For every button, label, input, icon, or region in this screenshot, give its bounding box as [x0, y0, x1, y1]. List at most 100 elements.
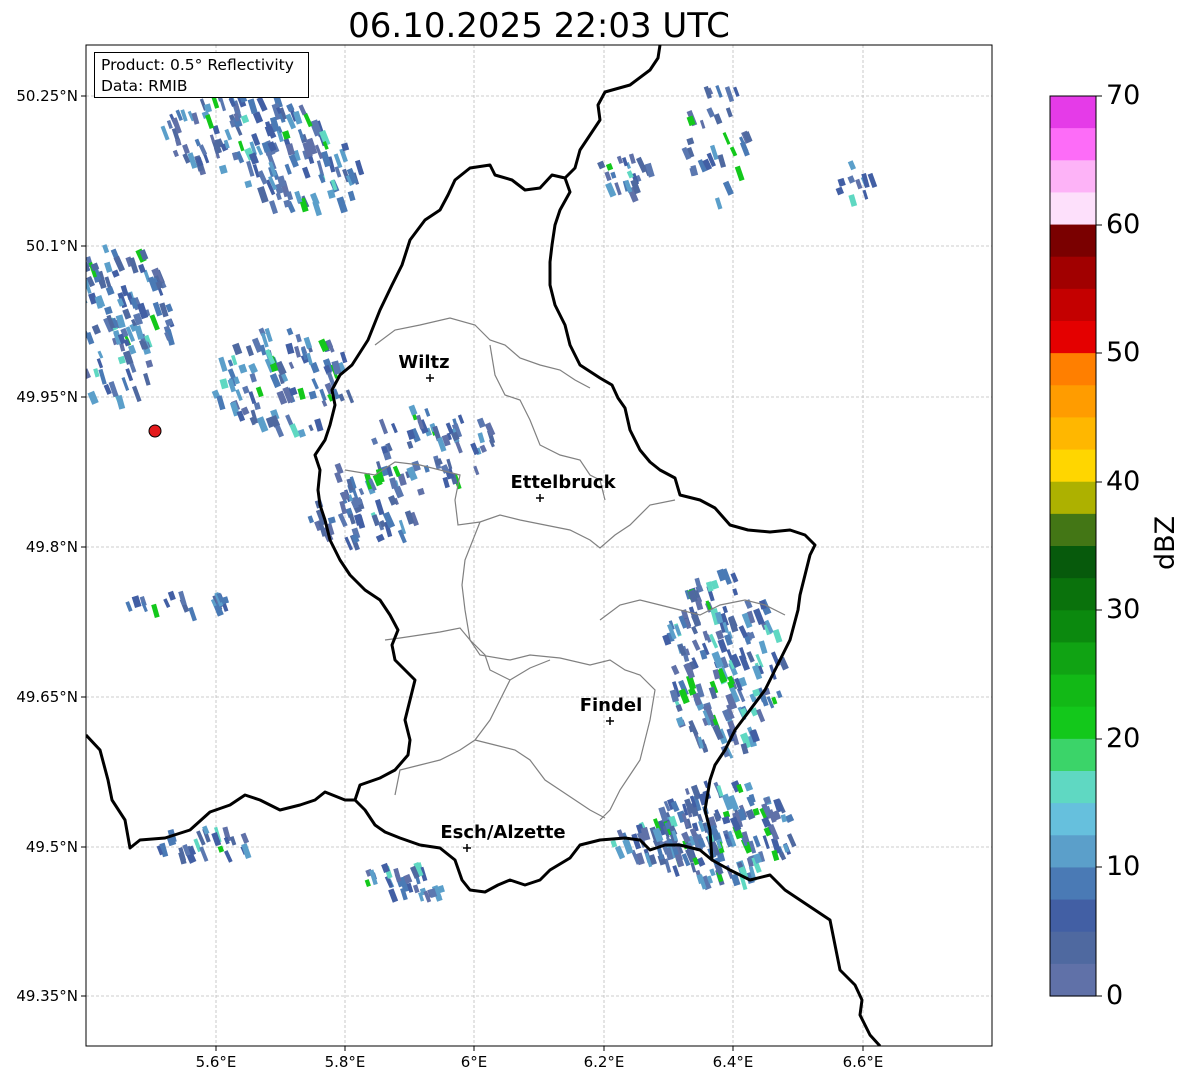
- echo-cell: [97, 350, 104, 359]
- echo-cell: [131, 595, 142, 608]
- echo-cell: [621, 157, 629, 167]
- echo-cell: [308, 390, 318, 400]
- echo-cell: [245, 344, 254, 357]
- echo-cell: [294, 190, 303, 204]
- echo-cell: [686, 137, 695, 146]
- echo-cell: [63, 313, 70, 329]
- colorbar-segment: [1050, 224, 1096, 258]
- colorbar-tick-label: 50: [1106, 337, 1141, 368]
- echo-cell: [244, 180, 253, 189]
- echo-cell: [855, 178, 863, 190]
- city-label-findel: Findel: [580, 695, 643, 716]
- echo-cell: [284, 163, 292, 175]
- echo-cell: [604, 171, 612, 182]
- colorbar-tick-label: 60: [1106, 209, 1141, 240]
- echo-cell: [178, 590, 187, 606]
- echo-cell: [709, 868, 716, 877]
- echo-cell: [393, 867, 402, 883]
- echo-cell: [289, 423, 300, 438]
- radar-echoes: [63, 84, 878, 903]
- echo-cell: [307, 515, 315, 524]
- city-label-esch-alzette: Esch/Alzette: [440, 822, 565, 843]
- colorbar-segment: [1050, 128, 1096, 161]
- echo-cell: [739, 141, 750, 157]
- echo-cell: [297, 387, 306, 400]
- echo-cell: [105, 286, 115, 296]
- echo-cell: [312, 200, 322, 217]
- colorbar-segment: [1050, 417, 1096, 451]
- colorbar-tick-label: 30: [1106, 594, 1141, 625]
- echo-cell: [316, 160, 325, 177]
- echo-cell: [417, 487, 425, 496]
- colorbar-segment: [1050, 546, 1096, 579]
- colorbar-segment: [1050, 835, 1096, 869]
- echo-cell: [847, 160, 857, 171]
- echo-cell: [104, 261, 113, 273]
- echo-cell: [145, 359, 154, 368]
- echo-cell: [355, 162, 365, 176]
- echo-cell: [862, 189, 869, 200]
- echo-cell: [238, 363, 248, 374]
- echo-cell: [253, 402, 261, 411]
- echo-cell: [835, 186, 845, 196]
- echo-cell: [744, 781, 754, 792]
- echo-cell: [286, 191, 294, 201]
- colorbar-segment: [1050, 321, 1096, 354]
- echo-cell: [691, 639, 701, 651]
- echo-cell: [175, 138, 182, 147]
- colorbar-tick-marks: [1096, 95, 1102, 997]
- echo-cell: [240, 114, 250, 124]
- echo-cell: [336, 196, 348, 214]
- echo-cell: [847, 175, 856, 184]
- colorbar-segment: [1050, 353, 1096, 386]
- echo-cell: [172, 149, 179, 158]
- echo-cell: [721, 816, 731, 825]
- echo-cell: [138, 263, 146, 274]
- echo-cell: [314, 418, 324, 432]
- echo-cell: [205, 114, 215, 130]
- echo-cell: [408, 404, 418, 416]
- lat-tick-label: 50.1°N: [25, 237, 78, 255]
- colorbar-segment: [1050, 610, 1096, 644]
- echo-cell: [699, 119, 706, 129]
- echo-cell: [298, 104, 307, 116]
- echo-cell: [671, 664, 680, 676]
- echo-cell: [67, 290, 75, 299]
- echo-cell: [295, 333, 302, 343]
- echo-cell: [242, 385, 250, 394]
- echo-cell: [125, 601, 133, 612]
- colorbar-segment: [1050, 160, 1096, 194]
- echo-cell: [713, 113, 723, 125]
- city-label-ettelbruck: Ettelbruck: [510, 472, 616, 493]
- echo-cell: [364, 879, 371, 888]
- echo-cell: [104, 306, 113, 315]
- echo-cell: [257, 170, 268, 185]
- echo-cell: [91, 324, 101, 335]
- echo-cell: [610, 171, 617, 179]
- lon-tick-label: 6.2°E: [583, 1053, 625, 1071]
- echo-cell: [63, 313, 72, 327]
- colorbar-tick-label: 20: [1106, 723, 1141, 754]
- radar-map: Wiltz Ettelbruck Findel Esch/Alzette: [63, 44, 1102, 1051]
- echo-cell: [374, 499, 385, 516]
- colorbar-segment: [1050, 899, 1096, 933]
- echo-cell: [786, 833, 797, 848]
- echo-cell: [353, 513, 364, 526]
- colorbar-segment: [1050, 963, 1096, 997]
- echo-cell: [167, 590, 176, 601]
- echo-cell: [111, 269, 120, 278]
- echo-cell: [237, 140, 245, 152]
- echo-cell: [75, 274, 84, 284]
- colorbar-segment: [1050, 578, 1096, 611]
- echo-cell: [730, 572, 739, 583]
- echo-cell: [371, 437, 379, 446]
- echo-cell: [477, 432, 485, 444]
- echo-cell: [333, 153, 343, 169]
- echo-cell: [224, 128, 233, 141]
- echo-cell: [286, 327, 294, 336]
- echo-cell: [79, 368, 85, 377]
- echo-cell: [457, 414, 465, 425]
- echo-cell: [378, 418, 389, 435]
- colorbar-label: dBZ: [1150, 515, 1181, 570]
- echo-cell: [722, 605, 728, 614]
